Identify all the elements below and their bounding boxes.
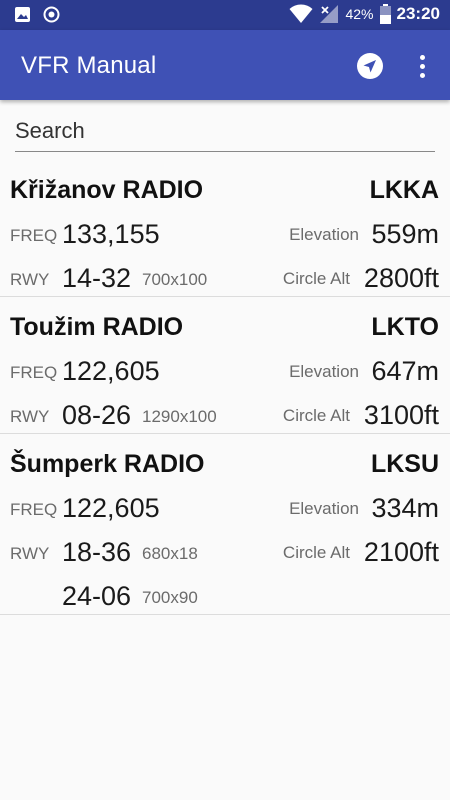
circle-alt-value: 2800ft: [363, 263, 439, 293]
elevation-value: 559m: [371, 219, 439, 249]
airport-icao: LKTO: [371, 313, 439, 341]
airport-item-lkto[interactable]: Toužim RADIO LKTO FREQ 122,605 Elevation…: [0, 297, 450, 434]
freq-value: 133,155: [62, 219, 160, 249]
airport-item-lkka[interactable]: Křižanov RADIO LKKA FREQ 133,155 Elevati…: [0, 160, 450, 297]
navigation-button[interactable]: [354, 50, 386, 82]
rwy-size: 700x100: [142, 270, 208, 289]
image-notification-icon: [15, 7, 30, 22]
circle-alt-value: 2100ft: [363, 537, 439, 567]
airport-name: Šumperk RADIO: [10, 450, 205, 478]
rwy-designation: 08-26: [62, 400, 132, 430]
search-field: [15, 112, 435, 152]
rwy-size: 700x90: [142, 588, 198, 607]
circle-alt-label: Circle Alt: [282, 406, 350, 425]
circle-alt-label: Circle Alt: [282, 269, 350, 288]
app-bar: VFR Manual: [0, 30, 450, 100]
rwy-size: 1290x100: [142, 407, 217, 426]
freq-value: 122,605: [62, 356, 160, 386]
record-notification-icon: [43, 6, 60, 23]
rwy-label: RWY: [10, 544, 50, 563]
elevation-label: Elevation: [289, 499, 359, 518]
more-vert-icon[interactable]: [410, 50, 434, 82]
search-input[interactable]: [15, 112, 435, 150]
freq-label: FREQ: [10, 363, 58, 382]
rwy-label: RWY: [10, 270, 50, 289]
freq-value: 122,605: [62, 493, 160, 523]
battery-icon: [379, 4, 391, 24]
freq-label: FREQ: [10, 226, 58, 245]
rwy-designation: 14-32: [62, 263, 132, 293]
circle-alt-value: 3100ft: [363, 400, 439, 430]
airport-icao: LKKA: [369, 176, 439, 204]
rwy-designation: 24-06: [62, 581, 132, 611]
circle-alt-label: Circle Alt: [282, 543, 350, 562]
airport-list: Křižanov RADIO LKKA FREQ 133,155 Elevati…: [0, 160, 450, 615]
navigation-icon: [357, 53, 383, 79]
battery-percent: 42%: [345, 6, 374, 22]
app-title: VFR Manual: [21, 52, 157, 79]
elevation-label: Elevation: [289, 225, 359, 244]
rwy-designation: 18-36: [62, 537, 132, 567]
rwy-label: RWY: [10, 407, 50, 426]
airport-name: Křižanov RADIO: [10, 176, 204, 204]
elevation-value: 647m: [371, 356, 439, 386]
freq-label: FREQ: [10, 500, 58, 519]
elevation-label: Elevation: [289, 362, 359, 381]
wifi-icon: [289, 4, 313, 23]
airport-name: Toužim RADIO: [10, 313, 184, 341]
clock: 23:20: [396, 4, 440, 23]
airport-item-lksu[interactable]: Šumperk RADIO LKSU FREQ 122,605 Elevatio…: [0, 434, 450, 615]
status-bar: 42% 23:20: [0, 0, 450, 30]
rwy-size: 680x18: [142, 544, 198, 563]
elevation-value: 334m: [371, 493, 439, 523]
airport-icao: LKSU: [370, 450, 439, 478]
signal-icon: [320, 5, 339, 23]
